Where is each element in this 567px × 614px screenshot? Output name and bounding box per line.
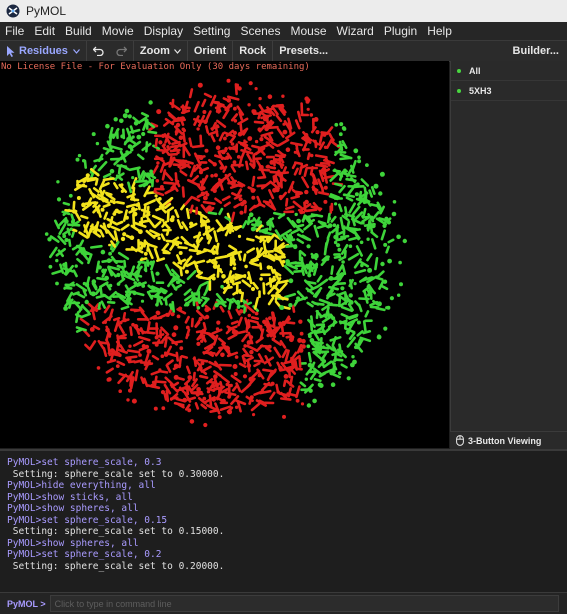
undo-button[interactable] <box>87 41 110 61</box>
zoom-label: Zoom <box>140 45 170 57</box>
command-input[interactable] <box>50 595 559 612</box>
mouse-mode-indicator[interactable]: 3-Button Viewing <box>450 431 567 449</box>
menu-movie[interactable]: Movie <box>97 22 139 40</box>
rock-button[interactable]: Rock <box>233 41 273 61</box>
atom-spheres <box>45 79 407 427</box>
presets-label: Presets... <box>279 45 328 57</box>
object-panel: All 5XH3 <box>450 61 567 448</box>
console-line: PyMOL>show spheres, all <box>7 538 567 550</box>
chevron-down-icon <box>73 49 80 54</box>
mouse-icon <box>456 435 464 446</box>
undo-icon <box>93 46 104 56</box>
object-name: All <box>469 66 481 76</box>
console-line: Setting: sphere_scale set to 0.20000. <box>7 561 567 573</box>
mouse-mode-label: 3-Button Viewing <box>468 436 541 446</box>
console-line: PyMOL>hide everything, all <box>7 480 567 492</box>
menu-help[interactable]: Help <box>422 22 457 40</box>
selection-mode-dropdown[interactable]: Residues <box>0 41 87 61</box>
title-bar: PyMOL <box>0 0 567 22</box>
console-line: Setting: sphere_scale set to 0.15000. <box>7 526 567 538</box>
window-title: PyMOL <box>26 4 66 18</box>
menu-bar: File Edit Build Movie Display Setting Sc… <box>0 22 567 41</box>
orient-label: Orient <box>194 45 226 57</box>
command-prompt: PyMOL > <box>0 599 50 609</box>
protein-structure-render <box>0 61 449 448</box>
console-line: PyMOL>set sphere_scale, 0.2 <box>7 549 567 561</box>
toolbar: Residues Zoom Orient Rock Presets... Bui… <box>0 41 567 62</box>
builder-label: Builder... <box>513 45 559 57</box>
menu-display[interactable]: Display <box>139 22 188 40</box>
menu-scenes[interactable]: Scenes <box>235 22 285 40</box>
builder-button[interactable]: Builder... <box>507 41 567 61</box>
chevron-down-icon <box>174 49 181 54</box>
menu-file[interactable]: File <box>0 22 29 40</box>
menu-setting[interactable]: Setting <box>188 22 235 40</box>
menu-edit[interactable]: Edit <box>29 22 60 40</box>
object-row-all[interactable]: All <box>451 61 567 81</box>
redo-icon <box>116 46 127 56</box>
console-output: PyMOL>set sphere_scale, 0.3 Setting: sph… <box>0 449 567 592</box>
menu-wizard[interactable]: Wizard <box>332 22 379 40</box>
object-name: 5XH3 <box>469 86 492 96</box>
console-line: PyMOL>show sticks, all <box>7 492 567 504</box>
molecule-viewport[interactable]: No License File - For Evaluation Only (3… <box>0 61 449 448</box>
console-line: PyMOL>set sphere_scale, 0.3 <box>7 457 567 469</box>
menu-build[interactable]: Build <box>60 22 97 40</box>
zoom-dropdown[interactable]: Zoom <box>134 41 188 61</box>
presets-button[interactable]: Presets... <box>273 41 334 61</box>
console-line: PyMOL>show spheres, all <box>7 503 567 515</box>
rock-label: Rock <box>239 45 266 57</box>
object-row-5xh3[interactable]: 5XH3 <box>451 81 567 101</box>
menu-plugin[interactable]: Plugin <box>379 22 422 40</box>
license-notice: No License File - For Evaluation Only (3… <box>1 62 310 72</box>
selection-mode-label: Residues <box>19 45 68 57</box>
cursor-arrow-icon <box>6 46 15 57</box>
enabled-dot-icon[interactable] <box>457 89 461 93</box>
console-line: Setting: sphere_scale set to 0.30000. <box>7 469 567 481</box>
enabled-dot-icon[interactable] <box>457 69 461 73</box>
console-line: PyMOL>set sphere_scale, 0.15 <box>7 515 567 527</box>
pymol-logo-icon <box>6 4 20 18</box>
command-bar: PyMOL > <box>0 592 567 614</box>
menu-mouse[interactable]: Mouse <box>285 22 331 40</box>
redo-button[interactable] <box>110 41 134 61</box>
orient-button[interactable]: Orient <box>188 41 233 61</box>
